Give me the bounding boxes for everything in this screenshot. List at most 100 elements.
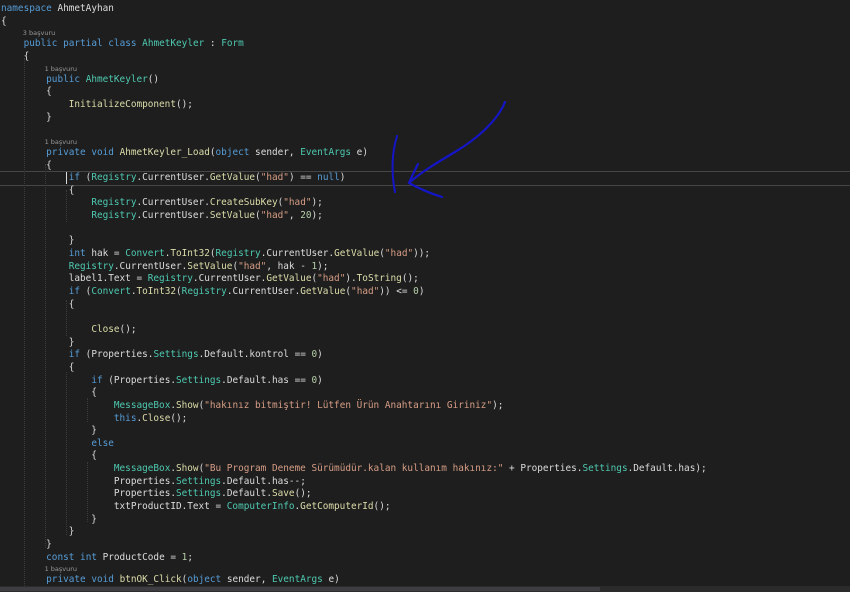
code-token: "had" (351, 286, 380, 297)
code-line[interactable]: { (1, 298, 75, 312)
code-token: } (1, 526, 75, 538)
code-token: CurrentUser (142, 210, 205, 222)
code-token: Convert (125, 248, 165, 260)
code-line[interactable]: Registry.CurrentUser.SetValue("had", 20)… (1, 209, 323, 223)
code-token: , (288, 210, 301, 222)
code-token: InitializeComponent (68, 98, 176, 110)
code-token: ); (311, 210, 323, 222)
code-token: CurrentUser (198, 273, 261, 285)
code-token: GetComputerId (300, 501, 374, 513)
code-token: Registry (215, 248, 261, 260)
code-token: .has--; (266, 475, 306, 487)
code-token: ) (317, 349, 323, 361)
code-token: CurrentUser (142, 197, 205, 209)
code-token: (); (119, 323, 137, 335)
code-token: Registry (181, 286, 227, 297)
code-token: } (1, 539, 52, 550)
code-token: Registry (91, 197, 137, 209)
code-line[interactable]: namespace AhmetAyhan (1, 2, 114, 16)
code-token: { (1, 298, 75, 310)
code-token: 20 (300, 210, 312, 222)
code-token: Close (91, 323, 120, 335)
code-line[interactable]: public partial class AhmetKeyler : Form (1, 37, 244, 51)
code-token: namespace (1, 3, 52, 14)
code-token: ProductCode = (96, 551, 182, 563)
code-token: { (1, 159, 52, 171)
code-token: + (503, 463, 521, 475)
code-line[interactable]: } (1, 111, 52, 125)
code-token: CurrentUser (266, 248, 329, 260)
code-token: void (91, 146, 114, 158)
code-token: ); (492, 399, 504, 411)
code-token: private (46, 574, 86, 586)
code-line[interactable]: { (1, 15, 7, 29)
code-token: EventArgs (272, 574, 323, 586)
code-token: const (46, 551, 75, 563)
code-token: int (80, 551, 97, 563)
code-line[interactable]: const int ProductCode = 1; (1, 551, 193, 565)
code-token: ). (345, 273, 357, 285)
code-token: ) (418, 286, 425, 297)
code-token: "Bu Program Deneme Sürümüdür.kalan kulla… (204, 463, 504, 475)
code-token: ( (102, 374, 114, 386)
code-editor[interactable]: namespace AhmetAyhan{3 başvuru public pa… (0, 0, 850, 592)
code-token: : (204, 38, 222, 50)
code-token: txtProductID.Text = (1, 501, 227, 513)
code-token: Properties (113, 374, 171, 386)
code-token: Settings (176, 475, 222, 487)
code-token: if (68, 349, 81, 361)
code-token: ); (311, 197, 323, 209)
code-token: Settings (582, 463, 628, 475)
code-token: MessageBox (113, 399, 171, 411)
code-token: int (68, 248, 86, 260)
code-token: this (113, 412, 137, 424)
code-token: void (91, 574, 114, 586)
code-token: Default (204, 349, 244, 361)
horizontal-scrollbar[interactable] (0, 586, 850, 592)
code-token: e) (351, 146, 368, 158)
code-token: { (1, 15, 7, 27)
code-token: SetValue (209, 210, 256, 222)
code-token: { (1, 387, 97, 399)
code-token: } (1, 111, 52, 123)
code-token: public (46, 73, 81, 85)
code-token: private (46, 146, 86, 158)
code-line[interactable]: { (1, 50, 30, 64)
code-line[interactable]: private void AhmetKeyler_Load(object sen… (1, 146, 368, 160)
code-token: e) (322, 574, 340, 586)
code-token: Properties (113, 488, 171, 500)
code-token: Save (271, 488, 295, 500)
code-token: Default (633, 463, 673, 475)
code-token: "had" (260, 210, 289, 222)
code-token: GetValue (334, 248, 380, 260)
code-token: EventArgs (300, 146, 352, 158)
code-token: ToInt32 (170, 248, 210, 260)
code-token: Show (176, 463, 199, 475)
code-token: if (68, 172, 81, 184)
code-token: sender, (221, 574, 272, 586)
code-token: class (108, 38, 137, 50)
code-token: AhmetKeyler (142, 38, 205, 50)
code-token: else (91, 437, 114, 449)
code-token: if (68, 286, 81, 297)
code-token: SetValue (187, 260, 233, 272)
code-token: } (1, 425, 97, 437)
code-token: partial (63, 38, 103, 50)
code-token: AhmetKeyler (85, 73, 148, 85)
code-token: "had" (317, 273, 346, 285)
scrollbar-thumb[interactable] (0, 587, 600, 591)
code-token: Default (226, 488, 267, 500)
